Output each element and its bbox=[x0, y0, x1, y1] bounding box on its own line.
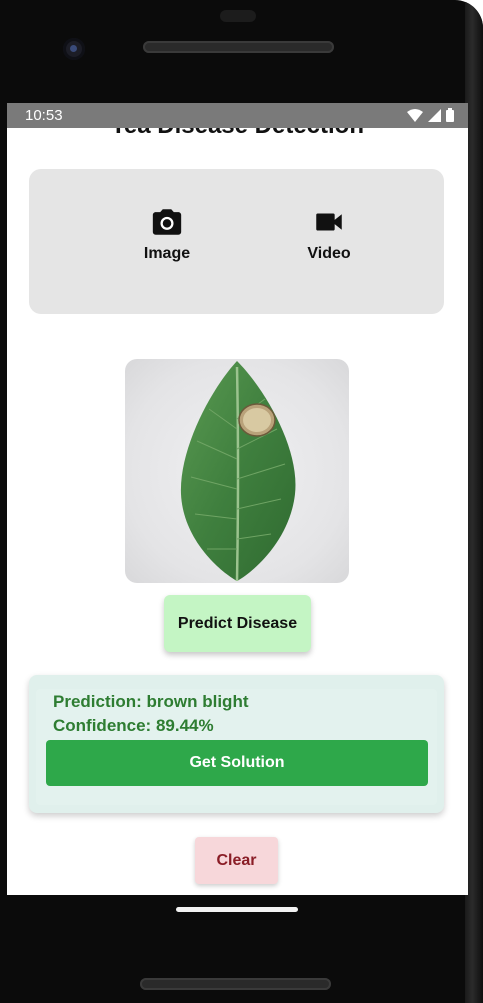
status-icons bbox=[407, 108, 454, 122]
signal-icon bbox=[428, 108, 441, 122]
confidence-text: Confidence: 89.44% bbox=[53, 716, 214, 735]
phone-top-notch bbox=[220, 10, 256, 22]
predict-disease-button[interactable]: Predict Disease bbox=[164, 595, 311, 652]
prediction-result-card: Prediction: brown blight Confidence: 89.… bbox=[29, 675, 444, 813]
media-source-card: Image Video bbox=[29, 169, 444, 314]
app-screen: 10:53 Tea Disease Detection Image bbox=[7, 103, 468, 895]
bottom-speaker-grille bbox=[140, 978, 331, 990]
wifi-icon bbox=[407, 108, 423, 122]
video-source-button[interactable]: Video bbox=[274, 205, 384, 285]
home-indicator[interactable] bbox=[176, 907, 298, 912]
image-source-label: Image bbox=[143, 245, 191, 262]
selected-leaf-image bbox=[125, 359, 349, 583]
status-time: 10:53 bbox=[25, 107, 63, 124]
front-camera bbox=[63, 38, 85, 60]
image-source-button[interactable]: Image bbox=[112, 205, 222, 285]
top-speaker-grille bbox=[143, 41, 334, 53]
phone-frame: 10:53 Tea Disease Detection Image bbox=[0, 0, 483, 1003]
leaf-picture bbox=[180, 361, 296, 582]
result-inner-panel: Prediction: brown blight Confidence: 89.… bbox=[36, 689, 437, 805]
videocam-icon bbox=[316, 213, 342, 231]
camera-icon bbox=[152, 209, 182, 235]
status-bar: 10:53 bbox=[7, 103, 468, 128]
clear-button[interactable]: Clear bbox=[195, 837, 278, 884]
video-source-label: Video bbox=[307, 245, 351, 262]
battery-icon bbox=[446, 108, 454, 122]
prediction-text: Prediction: brown blight bbox=[53, 692, 249, 711]
get-solution-button[interactable]: Get Solution bbox=[46, 740, 428, 786]
